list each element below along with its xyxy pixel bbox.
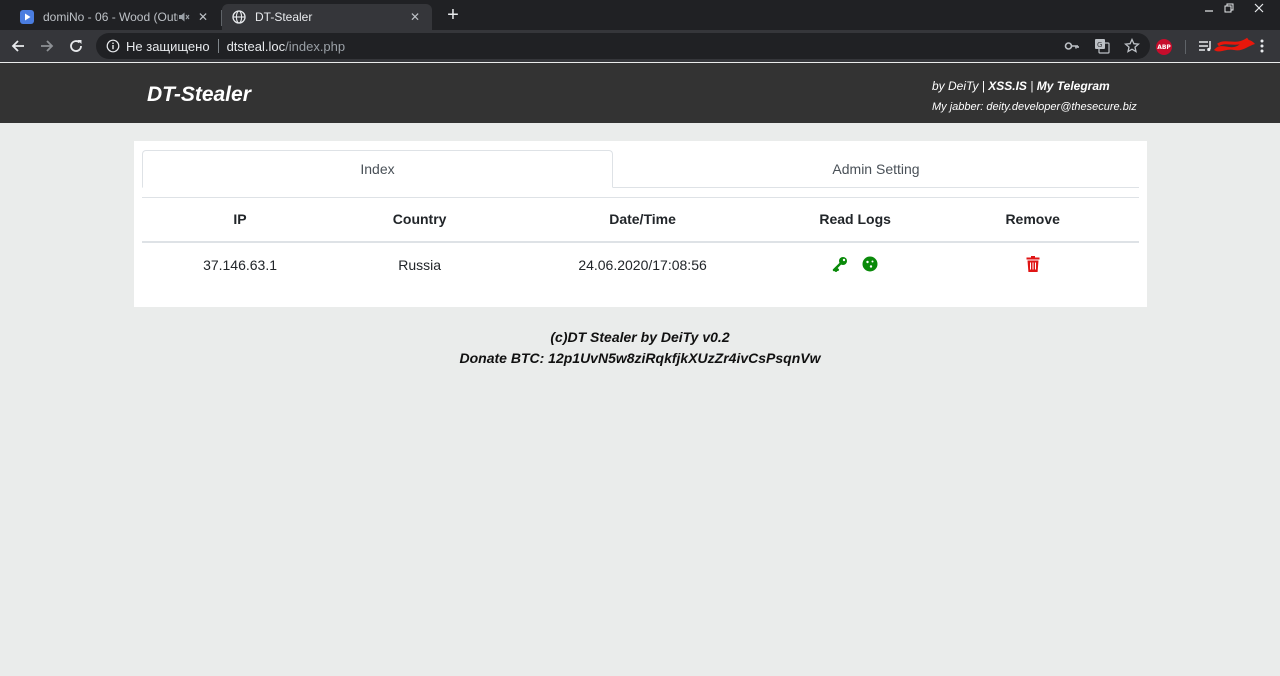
page-footer: (c)DT Stealer by DeiTy v0.2 Donate BTC: … [0,327,1280,369]
url-path[interactable]: /index.php [285,39,345,54]
globe-icon [232,10,246,24]
browser-menu-icon[interactable] [1252,36,1272,56]
tab-admin-setting[interactable]: Admin Setting [613,150,1139,188]
cell-read-logs [784,242,926,288]
browser-tab-dtstealer[interactable]: DT-Stealer ✕ [222,4,432,30]
telegram-link[interactable]: My Telegram [1037,79,1110,93]
column-header-datetime: Date/Time [501,197,784,243]
jabber-contact: My jabber: deity.developer@thesecure.biz [932,101,1137,113]
key-icon[interactable] [1064,38,1080,57]
footer-copyright: (c)DT Stealer by DeiTy v0.2 [550,329,730,345]
nav-tabs: Index Admin Setting [142,150,1139,188]
cell-remove [926,242,1139,288]
column-header-country: Country [338,197,502,243]
svg-text:G: G [1097,41,1102,49]
translate-icon[interactable]: G [1094,38,1110,57]
logs-table: IP Country Date/Time Read Logs Remove 37… [142,197,1139,288]
youtube-play-icon [20,10,34,24]
browser-tab-title: domiNo - 06 - Wood (Outro) [43,10,178,24]
close-window-button[interactable] [1246,0,1272,16]
trash-icon[interactable] [1026,255,1040,275]
reload-icon[interactable] [66,36,86,56]
profile-avatar[interactable] [1212,36,1256,56]
cell-country: Russia [398,257,442,273]
tab-index[interactable]: Index [142,150,613,188]
table-row: 37.146.63.1 Russia 24.06.2020/17:08:56 [142,242,1139,288]
passwords-key-icon[interactable] [832,256,848,275]
author-label: by DeiTy | [932,79,985,93]
audio-muted-icon[interactable] [178,11,190,23]
omnibox-actions: G [1064,37,1141,57]
browser-tab-title: DT-Stealer [255,10,313,24]
cookies-icon[interactable] [862,256,878,275]
browser-tab-music[interactable]: domiNo - 06 - Wood (Outro) ✕ [10,4,220,30]
browser-tabstrip: domiNo - 06 - Wood (Outro) ✕ DT-Stealer … [0,0,1280,30]
cell-ip: 37.146.63.1 [203,257,278,273]
close-tab-icon[interactable]: ✕ [196,10,210,24]
brand-title[interactable]: DT-Stealer [147,83,251,107]
back-icon[interactable] [8,36,28,56]
security-label[interactable]: Не защищено [126,39,210,54]
header-credits: by DeiTy | XSS.IS | My Telegram My jabbe… [932,76,1137,118]
main-panel: Index Admin Setting IP Country Date/Time… [134,141,1147,307]
cell-datetime: 24.06.2020/17:08:56 [578,257,707,273]
forward-icon[interactable] [37,36,57,56]
new-tab-button[interactable]: + [442,5,464,25]
omnibox-divider [217,39,219,53]
info-icon[interactable] [106,39,120,53]
table-header-row: IP Country Date/Time Read Logs Remove [142,197,1139,243]
column-header-ip: IP [142,197,339,243]
credits-line: by DeiTy | XSS.IS | My Telegram [932,76,1137,97]
address-bar[interactable]: Не защищено dtsteal.loc/index.php G [96,33,1150,59]
column-header-remove: Remove [926,197,1139,243]
browser-toolbar: Не защищено dtsteal.loc/index.php G ABP [0,30,1280,62]
close-tab-icon[interactable]: ✕ [408,10,422,24]
xss-link[interactable]: XSS.IS [988,79,1027,93]
bookmark-star-icon[interactable] [1123,37,1141,57]
footer-donate: Donate BTC: 12p1UvN5w8ziRqkfjkXUzZr4ivCs… [459,350,821,366]
credits-pipe: | [1030,79,1034,93]
site-header: DT-Stealer by DeiTy | XSS.IS | My Telegr… [0,63,1280,123]
column-header-read-logs: Read Logs [783,197,927,243]
adblock-extension-icon[interactable]: ABP [1156,39,1172,55]
restore-window-button[interactable] [1216,0,1242,16]
url-host[interactable]: dtsteal.loc [227,39,286,54]
toolbar-divider [1185,40,1186,54]
